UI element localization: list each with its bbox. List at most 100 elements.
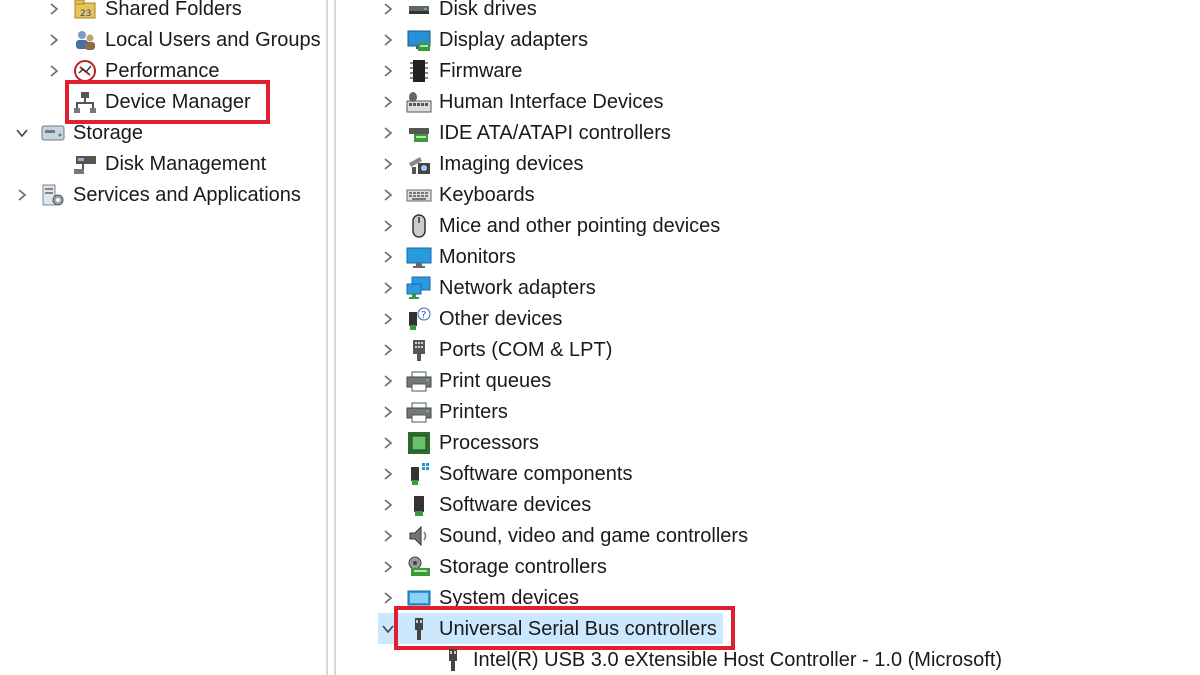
category-label: Human Interface Devices [439, 90, 664, 113]
chevron-right-icon[interactable] [12, 185, 32, 205]
tree-item-storage[interactable]: Storage [12, 117, 143, 148]
monitor-icon [406, 244, 432, 270]
chevron-right-icon[interactable] [378, 61, 398, 81]
chevron-right-icon[interactable] [378, 371, 398, 391]
chevron-right-icon[interactable] [378, 402, 398, 422]
category-label: Print queues [439, 369, 552, 392]
tree-item-label: Storage [73, 121, 144, 144]
tree-item-local-users-groups[interactable]: Local Users and Groups [44, 24, 321, 55]
category-firmware[interactable]: Firmware [378, 55, 522, 86]
chevron-right-icon[interactable] [378, 495, 398, 515]
chevron-right-icon[interactable] [378, 92, 398, 112]
device-usb-host-controller[interactable]: Intel(R) USB 3.0 eXtensible Host Control… [440, 644, 1002, 675]
network-adapter-icon [406, 275, 432, 301]
users-icon [72, 27, 98, 53]
category-disk-drives[interactable]: Disk drives [378, 0, 537, 24]
tree-item-shared-folders[interactable]: 23 Shared Folders [44, 0, 242, 24]
other-devices-icon: ? [406, 306, 432, 332]
category-printers[interactable]: Printers [378, 396, 508, 427]
chevron-right-icon[interactable] [378, 309, 398, 329]
category-label: Other devices [439, 307, 563, 330]
chevron-right-icon[interactable] [378, 278, 398, 298]
sound-icon [406, 523, 432, 549]
category-ports[interactable]: Ports (COM & LPT) [378, 334, 612, 365]
chevron-right-icon[interactable] [378, 433, 398, 453]
display-adapter-icon [406, 27, 432, 53]
chevron-right-icon[interactable] [44, 30, 64, 50]
category-label: Disk drives [439, 0, 537, 20]
category-software-components[interactable]: Software components [378, 458, 632, 489]
shared-folders-icon: 23 [72, 0, 98, 22]
category-label: Display adapters [439, 28, 588, 51]
category-display-adapters[interactable]: Display adapters [378, 24, 588, 55]
console-tree-pane: 23 Shared Folders Local Users and Groups… [0, 0, 326, 675]
category-label: Firmware [439, 59, 523, 82]
tree-item-disk-management[interactable]: Disk Management [72, 148, 266, 179]
category-print-queues[interactable]: Print queues [378, 365, 551, 396]
tree-item-services-applications[interactable]: Services and Applications [12, 179, 301, 210]
category-label: Processors [439, 431, 540, 454]
device-tree-pane: Disk drives Display adapters Firmware Hu… [336, 0, 1200, 675]
chevron-right-icon[interactable] [378, 464, 398, 484]
chevron-right-icon[interactable] [378, 557, 398, 577]
chevron-right-icon[interactable] [378, 588, 398, 608]
mouse-icon [406, 213, 432, 239]
tree-item-label: Shared Folders [105, 0, 242, 20]
category-keyboards[interactable]: Keyboards [378, 179, 535, 210]
category-label: Network adapters [439, 276, 596, 299]
category-label: Software devices [439, 493, 592, 516]
svg-text:23: 23 [80, 9, 91, 19]
keyboard-icon [406, 182, 432, 208]
chevron-down-icon[interactable] [12, 123, 32, 143]
storage-controller-icon [406, 554, 432, 580]
print-queue-icon [406, 368, 432, 394]
tree-item-label: Disk Management [105, 152, 267, 175]
chevron-right-icon[interactable] [378, 123, 398, 143]
device-label: Intel(R) USB 3.0 eXtensible Host Control… [473, 648, 1003, 671]
category-sound-video-game[interactable]: Sound, video and game controllers [378, 520, 748, 551]
chevron-right-icon[interactable] [44, 61, 64, 81]
firmware-icon [406, 58, 432, 84]
imaging-icon [406, 151, 432, 177]
disk-drive-icon [406, 0, 432, 22]
category-storage-controllers[interactable]: Storage controllers [378, 551, 607, 582]
chevron-right-icon[interactable] [378, 185, 398, 205]
tree-item-label: Services and Applications [73, 183, 301, 206]
category-mice[interactable]: Mice and other pointing devices [378, 210, 720, 241]
hid-icon [406, 89, 432, 115]
chevron-right-icon[interactable] [378, 30, 398, 50]
category-label: Monitors [439, 245, 516, 268]
disk-management-icon [72, 151, 98, 177]
category-label: Software components [439, 462, 633, 485]
tree-item-label: Local Users and Groups [105, 28, 321, 51]
category-label: IDE ATA/ATAPI controllers [439, 121, 671, 144]
chevron-right-icon[interactable] [378, 340, 398, 360]
chevron-right-icon[interactable] [378, 216, 398, 236]
svg-text:?: ? [421, 310, 426, 321]
category-label: Imaging devices [439, 152, 584, 175]
category-monitors[interactable]: Monitors [378, 241, 516, 272]
chevron-right-icon[interactable] [378, 0, 398, 19]
category-label: Ports (COM & LPT) [439, 338, 613, 361]
chevron-right-icon[interactable] [378, 247, 398, 267]
category-human-interface-devices[interactable]: Human Interface Devices [378, 86, 664, 117]
category-label: Printers [439, 400, 508, 423]
chevron-right-icon[interactable] [378, 526, 398, 546]
category-label: Sound, video and game controllers [439, 524, 749, 547]
category-label: Mice and other pointing devices [439, 214, 721, 237]
port-icon [406, 337, 432, 363]
category-label: Storage controllers [439, 555, 607, 578]
chevron-right-icon[interactable] [44, 0, 64, 19]
category-software-devices[interactable]: Software devices [378, 489, 591, 520]
category-other-devices[interactable]: ? Other devices [378, 303, 562, 334]
printer-icon [406, 399, 432, 425]
category-imaging-devices[interactable]: Imaging devices [378, 148, 584, 179]
ide-controller-icon [406, 120, 432, 146]
processor-icon [406, 430, 432, 456]
category-network-adapters[interactable]: Network adapters [378, 272, 596, 303]
category-ide-ata-atapi[interactable]: IDE ATA/ATAPI controllers [378, 117, 671, 148]
category-processors[interactable]: Processors [378, 427, 539, 458]
software-device-icon [406, 492, 432, 518]
pane-divider [326, 0, 328, 675]
chevron-right-icon[interactable] [378, 154, 398, 174]
